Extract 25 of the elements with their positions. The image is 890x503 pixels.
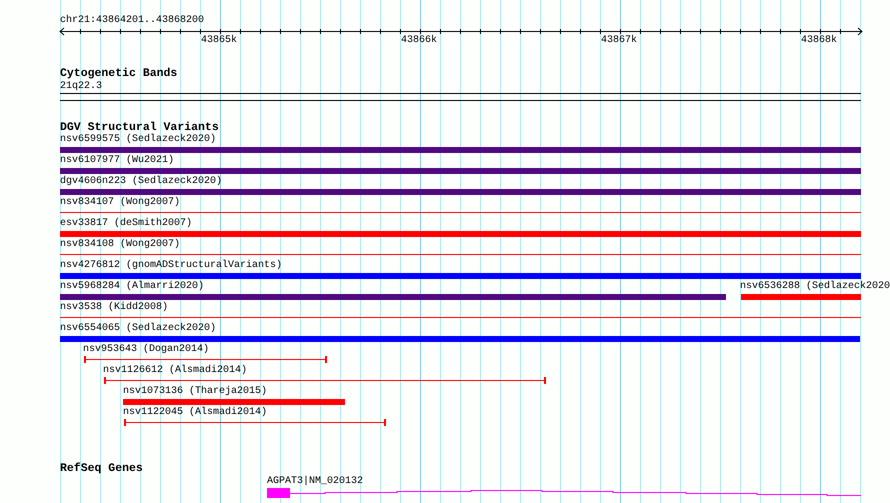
variant-label: nsv3538 (Kidd2008) (60, 302, 168, 313)
variant-label: nsv6536288 (Sedlazeck2020 (740, 281, 890, 292)
variant-label: nsv953643 (Dogan2014) (83, 344, 210, 355)
variant-label: nsv5968284 (Almarri2020) (60, 281, 204, 292)
track-title: RefSeq Genes (60, 463, 143, 475)
variant-label: nsv1126612 (Alsmadi2014) (103, 365, 248, 376)
track-title: Cytogenetic Bands (60, 68, 178, 80)
variant-label: nsv6107977 (Wu2021) (60, 155, 174, 166)
tick-label: 43868k (801, 35, 838, 46)
variant-label: nsv4276812 (gnomADStructuralVariants) (60, 260, 282, 271)
location-label: chr21:43864201..43868200 (60, 15, 204, 26)
variant-label: nsv6554065 (Sedlazeck2020) (60, 323, 216, 334)
variant-label: nsv1122045 (Alsmadi2014) (123, 407, 268, 418)
gene-label: AGPAT3|NM_020132 (267, 476, 364, 487)
tick-label: 43866k (401, 35, 438, 46)
band-label: 21q22.3 (60, 81, 102, 92)
variant-label: nsv6599575 (Sedlazeck2020) (60, 134, 216, 145)
variant-label: dgv4606n223 (Sedlazeck2020) (60, 176, 222, 187)
tick-label: 43867k (601, 35, 638, 46)
variant-label: esv33817 (deSmith2007) (60, 218, 192, 229)
track-title: DGV Structural Variants (60, 122, 219, 134)
variant-label: nsv1073136 (Thareja2015) (123, 386, 268, 397)
variant-label: nsv834107 (Wong2007) (60, 197, 180, 208)
tick-label: 43865k (201, 35, 238, 46)
variant-label: nsv834108 (Wong2007) (60, 239, 180, 250)
